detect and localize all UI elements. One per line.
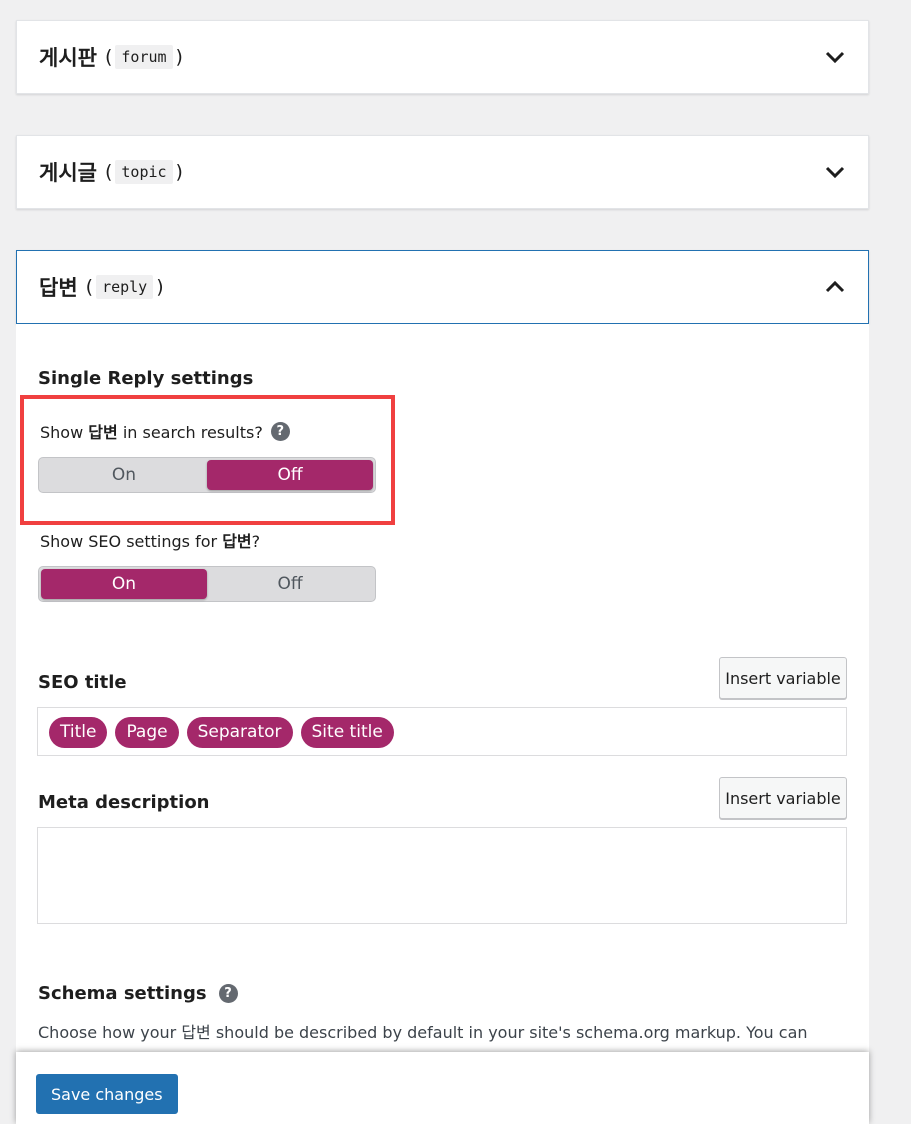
schema-description: Choose how your 답변 should be described b…: [38, 1023, 808, 1050]
variable-pill[interactable]: Site title: [300, 717, 394, 748]
paren-open: (: [85, 276, 94, 298]
accordion-title-text: 게시판: [39, 46, 97, 70]
save-changes-button[interactable]: Save changes: [36, 1074, 178, 1114]
chevron-down-icon[interactable]: [824, 46, 846, 68]
accordion-header[interactable]: 게시판 ( forum ): [17, 21, 868, 93]
accordion-title-text: 답변: [39, 276, 78, 300]
label-text-bold: 답변: [222, 532, 252, 551]
accordion-title: 게시판 ( forum ): [39, 42, 186, 72]
meta-description-label: Meta description: [38, 792, 210, 813]
paren-close: ): [156, 276, 164, 298]
variable-pill[interactable]: Page: [115, 717, 179, 748]
post-type-code: reply: [96, 275, 154, 299]
insert-variable-button[interactable]: Insert variable: [719, 657, 847, 699]
help-icon[interactable]: ?: [218, 984, 238, 1003]
paren-close: ): [175, 46, 183, 68]
label-text-pre: Show SEO settings for: [40, 532, 218, 551]
seo-settings-label: Show SEO settings for 답변?: [40, 528, 260, 552]
accordion-reply[interactable]: 답변 ( reply ): [16, 250, 869, 324]
accordion-header[interactable]: 답변 ( reply ): [17, 251, 868, 323]
post-type-code: topic: [115, 160, 173, 184]
schema-label-text: Schema settings: [38, 983, 207, 1004]
label-text-post: ?: [251, 532, 261, 551]
paren-close: ): [175, 161, 183, 183]
insert-variable-button[interactable]: Insert variable: [719, 777, 847, 819]
chevron-down-icon[interactable]: [824, 161, 846, 183]
accordion-title-text: 게시글: [39, 161, 97, 185]
accordion-topic[interactable]: 게시글 ( topic ): [16, 135, 869, 209]
accordion-forum[interactable]: 게시판 ( forum ): [16, 20, 869, 94]
variable-pills: Title Page Separator Site title: [38, 708, 846, 757]
seo-title-label: SEO title: [38, 672, 127, 693]
chevron-up-icon[interactable]: [824, 276, 846, 298]
accordion-title: 답변 ( reply ): [39, 272, 167, 302]
accordion-title: 게시글 ( topic ): [39, 157, 186, 187]
schema-settings-label: Schema settings ?: [38, 983, 238, 1004]
variable-pill[interactable]: Separator: [186, 717, 293, 748]
variable-pill[interactable]: Title: [49, 717, 108, 748]
meta-description-input[interactable]: [37, 827, 847, 924]
paren-open: (: [104, 46, 113, 68]
seo-title-input[interactable]: Title Page Separator Site title: [37, 707, 847, 756]
toggle-option-off[interactable]: Off: [207, 569, 373, 599]
save-footer: Save changes: [16, 1052, 869, 1124]
section-title: Single Reply settings: [38, 368, 254, 389]
toggle-option-on[interactable]: On: [41, 569, 207, 599]
paren-open: (: [104, 161, 113, 183]
highlight-box: [20, 395, 395, 525]
seo-settings-toggle[interactable]: On Off: [38, 566, 376, 602]
post-type-code: forum: [115, 45, 173, 69]
accordion-header[interactable]: 게시글 ( topic ): [17, 136, 868, 208]
